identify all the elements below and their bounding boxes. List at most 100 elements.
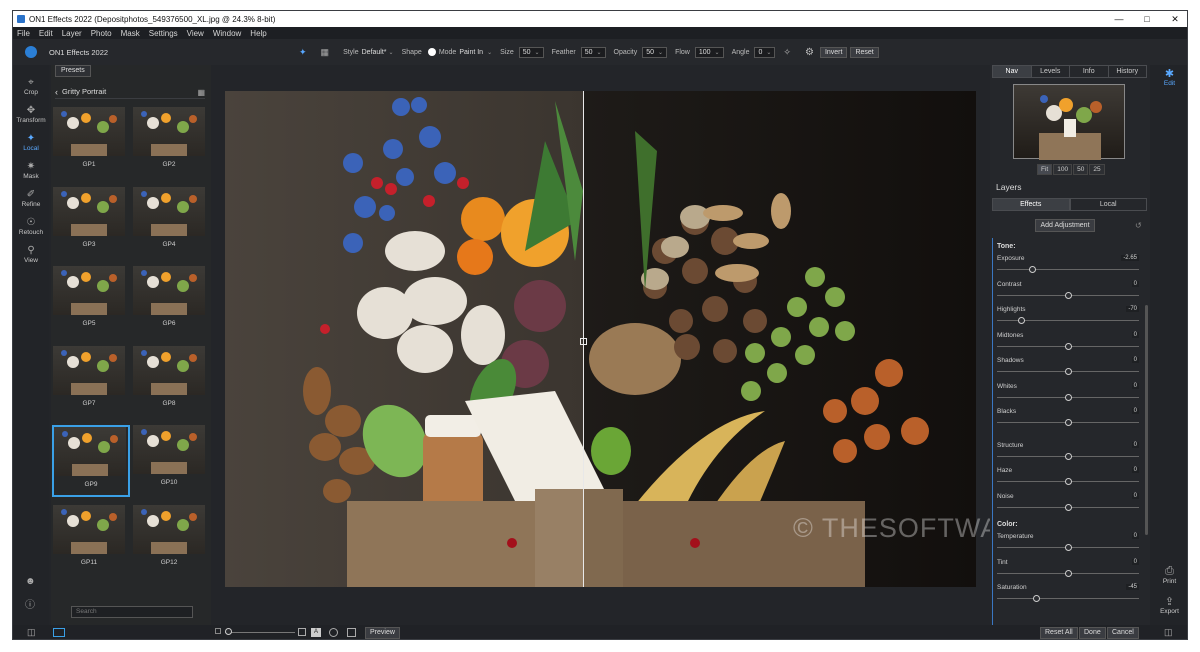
slider-shadows[interactable]: Shadows 0 — [997, 355, 1139, 381]
help-icon[interactable]: ⓘ — [25, 596, 35, 611]
zoom-50-button[interactable]: 50 — [1073, 164, 1089, 175]
text-overlay-icon[interactable]: A — [311, 628, 321, 637]
slider-value[interactable]: -70 — [1126, 306, 1139, 312]
slider-knob[interactable] — [1017, 317, 1025, 324]
slider-value[interactable]: 0 — [1131, 408, 1139, 414]
slider-value[interactable]: -2.65 — [1121, 255, 1139, 261]
filmstrip-toggle-icon[interactable] — [53, 628, 65, 637]
preset-thumbnail[interactable]: GP8 — [133, 345, 205, 418]
gear-icon[interactable]: ⚙ — [805, 47, 814, 58]
preset-thumbnail[interactable]: GP10 — [133, 425, 205, 497]
size-field[interactable]: 50 ⌄ — [518, 46, 544, 58]
menu-view[interactable]: View — [187, 29, 204, 38]
slider-knob[interactable] — [1029, 266, 1036, 273]
preset-thumbnail[interactable]: GP3 — [53, 186, 125, 259]
slider-value[interactable]: 0 — [1131, 533, 1139, 539]
back-chevron-icon[interactable]: ‹ — [55, 87, 58, 97]
reset-all-button[interactable]: Reset All — [1040, 627, 1078, 639]
rail-edit[interactable]: ✱ Edit — [1150, 67, 1187, 87]
tab-info[interactable]: Info — [1070, 66, 1109, 77]
angle-field[interactable]: 0 ⌄ — [754, 46, 776, 58]
preset-category-header[interactable]: ‹ Gritty Portrait ▦ — [55, 85, 205, 99]
tab-history[interactable]: History — [1109, 66, 1147, 77]
flow-field[interactable]: 100 ⌄ — [694, 46, 724, 58]
zoom-small-icon[interactable] — [215, 628, 221, 634]
menu-file[interactable]: File — [17, 29, 30, 38]
menu-mask[interactable]: Mask — [121, 29, 140, 38]
preset-thumbnail[interactable]: GP1 — [53, 107, 125, 179]
slider-contrast[interactable]: Contrast 0 — [997, 279, 1139, 305]
preview-button[interactable]: Preview — [365, 627, 400, 639]
slider-knob[interactable] — [1064, 544, 1072, 551]
compare-icon[interactable] — [347, 628, 356, 637]
menu-edit[interactable]: Edit — [39, 29, 53, 38]
add-adjustment-button[interactable]: Add Adjustment — [1035, 219, 1095, 232]
cancel-button[interactable]: Cancel — [1107, 627, 1139, 639]
brush-tool-icon[interactable]: ✦ — [299, 47, 307, 58]
preset-thumbnail[interactable]: GP4 — [133, 186, 205, 259]
panel-scrollbar[interactable] — [1145, 305, 1148, 535]
menu-window[interactable]: Window — [213, 29, 241, 38]
zoom-large-icon[interactable] — [298, 628, 306, 636]
slider-value[interactable]: 0 — [1131, 382, 1139, 389]
slider-knob[interactable] — [1064, 478, 1072, 485]
zoom-25-button[interactable]: 25 — [1089, 164, 1105, 175]
thumbnail-size-slider[interactable] — [225, 632, 295, 633]
slider-knob[interactable] — [1064, 291, 1072, 299]
done-button[interactable]: Done — [1079, 627, 1106, 639]
rail-crop[interactable]: ⌖ Crop — [13, 77, 49, 96]
tab-nav[interactable]: Nav — [993, 66, 1032, 77]
slider-knob[interactable] — [1064, 393, 1072, 401]
right-panel-toggle-icon[interactable]: ◫ — [1164, 627, 1173, 638]
slider-knob[interactable] — [1064, 342, 1072, 350]
opacity-field[interactable]: 50 ⌄ — [642, 46, 668, 58]
slider-saturation[interactable]: Saturation -45 — [997, 582, 1139, 608]
panel-toggle-icon[interactable]: ◫ — [27, 627, 36, 638]
preset-thumbnail[interactable]: GP9 — [52, 425, 130, 497]
slider-structure[interactable]: Structure 0 — [997, 440, 1139, 466]
slider-highlights[interactable]: Highlights -70 — [997, 304, 1139, 330]
slider-knob[interactable] — [1033, 595, 1041, 602]
menu-settings[interactable]: Settings — [149, 29, 178, 38]
slider-blacks[interactable]: Blacks 0 — [997, 406, 1139, 432]
slider-value[interactable]: 0 — [1131, 357, 1139, 363]
slider-knob[interactable] — [1064, 419, 1072, 426]
zoom-fit-button[interactable]: Fit — [1037, 164, 1053, 175]
slider-tint[interactable]: Tint 0 — [997, 557, 1139, 583]
thumbnail-size-knob[interactable] — [225, 628, 232, 635]
rail-mask[interactable]: ✷ Mask — [13, 161, 49, 180]
slider-value[interactable]: 0 — [1131, 280, 1139, 287]
preset-thumbnail[interactable]: GP11 — [53, 504, 125, 577]
user-icon[interactable]: ☻ — [25, 576, 36, 587]
slider-exposure[interactable]: Exposure -2.65 — [997, 253, 1139, 279]
tab-local[interactable]: Local — [1069, 198, 1147, 211]
mode-chevron-icon[interactable]: ⌄ — [487, 49, 492, 56]
zoom-100-button[interactable]: 100 — [1053, 164, 1073, 175]
navigator-thumbnail[interactable] — [1013, 84, 1125, 160]
mode-dropdown[interactable]: Paint In — [459, 49, 483, 56]
style-dropdown[interactable]: Default* — [362, 49, 387, 56]
rail-retouch[interactable]: ☉ Retouch — [13, 217, 49, 236]
close-icon[interactable]: ✕ — [1161, 11, 1187, 27]
rail-refine[interactable]: ✐ Refine — [13, 189, 49, 208]
tab-effects[interactable]: Effects — [992, 198, 1070, 211]
slider-value[interactable]: 0 — [1131, 441, 1139, 448]
rail-view[interactable]: ⚲ View — [13, 245, 49, 264]
slider-midtones[interactable]: Midtones 0 — [997, 330, 1139, 356]
slider-value[interactable]: 0 — [1131, 558, 1139, 565]
slider-knob[interactable] — [1064, 569, 1072, 577]
mask-view-icon[interactable] — [329, 628, 338, 637]
preset-thumbnail[interactable]: GP7 — [53, 345, 125, 418]
menu-help[interactable]: Help — [250, 29, 266, 38]
grid-view-icon[interactable]: ▦ — [197, 88, 205, 97]
preset-thumbnail[interactable]: GP5 — [53, 266, 125, 338]
rail-local[interactable]: ✦ Local — [13, 133, 49, 152]
slider-haze[interactable]: Haze 0 — [997, 465, 1139, 491]
brush-shape-icon[interactable] — [427, 48, 436, 56]
divider-handle[interactable] — [580, 338, 587, 345]
preset-thumbnail[interactable]: GP6 — [133, 266, 205, 338]
slider-temperature[interactable]: Temperature 0 — [997, 531, 1139, 557]
rail-export[interactable]: ⇪ Export — [1150, 595, 1187, 615]
maximize-icon[interactable]: □ — [1133, 11, 1161, 27]
preset-search-input[interactable]: Search — [71, 606, 193, 618]
